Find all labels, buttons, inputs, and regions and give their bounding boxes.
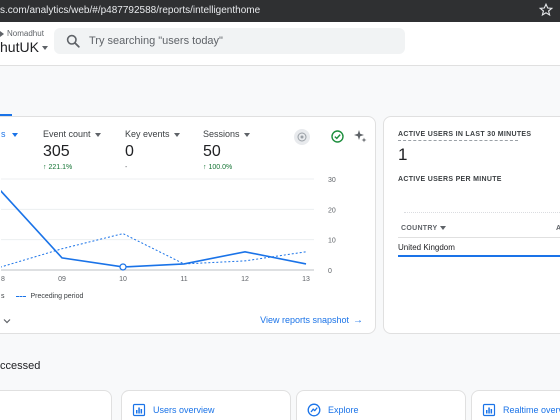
column-label: COUNTRY xyxy=(401,225,438,232)
recent-tile-realtime-overview[interactable]: Realtime overvie xyxy=(471,390,560,420)
column-header-active-users: A xyxy=(556,225,560,232)
table-row: United Kingdom xyxy=(398,243,455,252)
row-value-bar xyxy=(398,255,560,257)
recent-tile-explore[interactable]: Explore xyxy=(296,390,466,420)
account-name: Nomadhut xyxy=(7,29,44,38)
check-circle-icon[interactable] xyxy=(331,130,344,143)
view-reports-snapshot-link[interactable]: View reports snapshot → xyxy=(260,315,363,326)
url-text[interactable]: s.com/analytics/web/#/p487792588/reports… xyxy=(0,5,260,16)
chart-legend: s Preceding period xyxy=(1,293,83,300)
legend-current-label: s xyxy=(1,293,5,300)
per-minute-title: ACTIVE USERS PER MINUTE xyxy=(398,176,502,183)
metric-label: Key events xyxy=(125,129,180,139)
metric-value: 50 xyxy=(203,143,221,160)
account-breadcrumb[interactable]: Nomadhut xyxy=(0,29,44,38)
y-tick-label: 20 xyxy=(328,207,336,214)
date-range-chevron-icon[interactable] xyxy=(3,317,11,325)
metric-value: 0 xyxy=(125,143,134,160)
realtime-title[interactable]: ACTIVE USERS IN LAST 30 MINUTES xyxy=(398,131,531,138)
active-users-count: 1 xyxy=(398,145,408,164)
metric-value: 305 xyxy=(43,143,70,160)
metric-label-text: Key events xyxy=(125,129,170,139)
recent-tile-users-overview[interactable]: Users overview xyxy=(121,390,291,420)
metric-label-text: Event count xyxy=(43,129,91,139)
y-tick-label: 10 xyxy=(328,238,336,245)
y-tick-label: 30 xyxy=(328,177,336,184)
link-label: View reports snapshot xyxy=(260,315,349,325)
metric-label: Event count xyxy=(43,129,101,139)
chevron-down-icon xyxy=(440,226,447,231)
search-bar[interactable]: Try searching "users today" xyxy=(54,28,405,54)
x-tick-label: 08 xyxy=(1,276,5,283)
chevron-down-icon xyxy=(41,46,48,51)
search-icon xyxy=(66,34,80,48)
insights-avatar-icon[interactable] xyxy=(294,129,310,145)
x-tick-label: 11 xyxy=(180,276,187,283)
x-tick-label: 13 xyxy=(302,276,310,283)
compare-icon xyxy=(297,132,307,142)
up-arrow-icon: ↑ xyxy=(43,164,47,171)
search-placeholder: Try searching "users today" xyxy=(89,35,223,47)
report-icon xyxy=(132,403,146,417)
tile-label: Explore xyxy=(328,405,359,415)
metric-label: s xyxy=(1,129,6,139)
data-point xyxy=(119,263,127,271)
realtime-card: ACTIVE USERS IN LAST 30 MINUTES 1 ACTIVE… xyxy=(383,116,560,334)
top-app-bar: Nomadhut hutUK Try searching "users toda… xyxy=(0,22,560,66)
table-divider xyxy=(398,237,560,238)
series-line-preceding-period xyxy=(1,233,307,268)
explore-icon xyxy=(307,403,321,417)
chevron-down-icon xyxy=(243,132,250,137)
chevron-down-icon xyxy=(94,132,101,137)
metric-delta-value: 221.1% xyxy=(48,164,73,171)
per-minute-baseline xyxy=(404,212,560,213)
chevron-down-icon xyxy=(12,132,19,137)
x-tick-label: 10 xyxy=(119,276,127,283)
column-header-country[interactable]: COUNTRY xyxy=(401,225,447,232)
y-tick-label: 0 xyxy=(328,268,332,275)
x-tick-label: 09 xyxy=(58,276,66,283)
property-selector[interactable]: hutUK xyxy=(0,39,48,55)
title-underline xyxy=(398,140,518,141)
metric-label: Sessions xyxy=(203,129,250,139)
property-name: hutUK xyxy=(0,39,39,55)
sparkle-icon[interactable] xyxy=(353,129,367,143)
metric-key-events[interactable]: Key events 0 - xyxy=(125,129,180,171)
recent-tile-blank[interactable] xyxy=(0,390,112,420)
metric-sessions[interactable]: Sessions 50 ↑ 100.0% xyxy=(203,129,250,171)
metric-label-text: Sessions xyxy=(203,129,240,139)
breadcrumb-chevron-icon xyxy=(0,30,4,37)
metric-delta-value: 100.0% xyxy=(208,164,233,171)
legend-previous-label: Preceding period xyxy=(30,293,84,300)
browser-url-bar[interactable]: s.com/analytics/web/#/p487792588/reports… xyxy=(0,0,560,22)
report-icon xyxy=(482,403,496,417)
overview-card: s Event count 305 ↑ 221.1% Key events 0 … xyxy=(0,116,376,334)
metric-delta-value: - xyxy=(125,164,128,171)
up-arrow-icon: ↑ xyxy=(203,164,207,171)
users-trend-chart: 0 10 20 30 08 09 10 11 12 13 xyxy=(1,177,336,283)
legend-dashed-swatch xyxy=(16,295,27,297)
tile-label: Realtime overvie xyxy=(503,405,560,415)
x-tick-label: 12 xyxy=(241,276,249,283)
metric-tab-users[interactable]: s xyxy=(1,129,19,139)
metric-delta: - xyxy=(125,164,180,171)
metric-delta: ↑ 221.1% xyxy=(43,164,101,171)
tile-label: Users overview xyxy=(153,405,215,415)
bookmark-star-icon[interactable] xyxy=(538,2,554,18)
metric-event-count[interactable]: Event count 305 ↑ 221.1% xyxy=(43,129,101,171)
recently-accessed-title: ccessed xyxy=(0,360,41,372)
series-line-current xyxy=(1,190,307,268)
chevron-down-icon xyxy=(173,132,180,137)
metric-delta: ↑ 100.0% xyxy=(203,164,250,171)
arrow-right-icon: → xyxy=(353,315,363,326)
